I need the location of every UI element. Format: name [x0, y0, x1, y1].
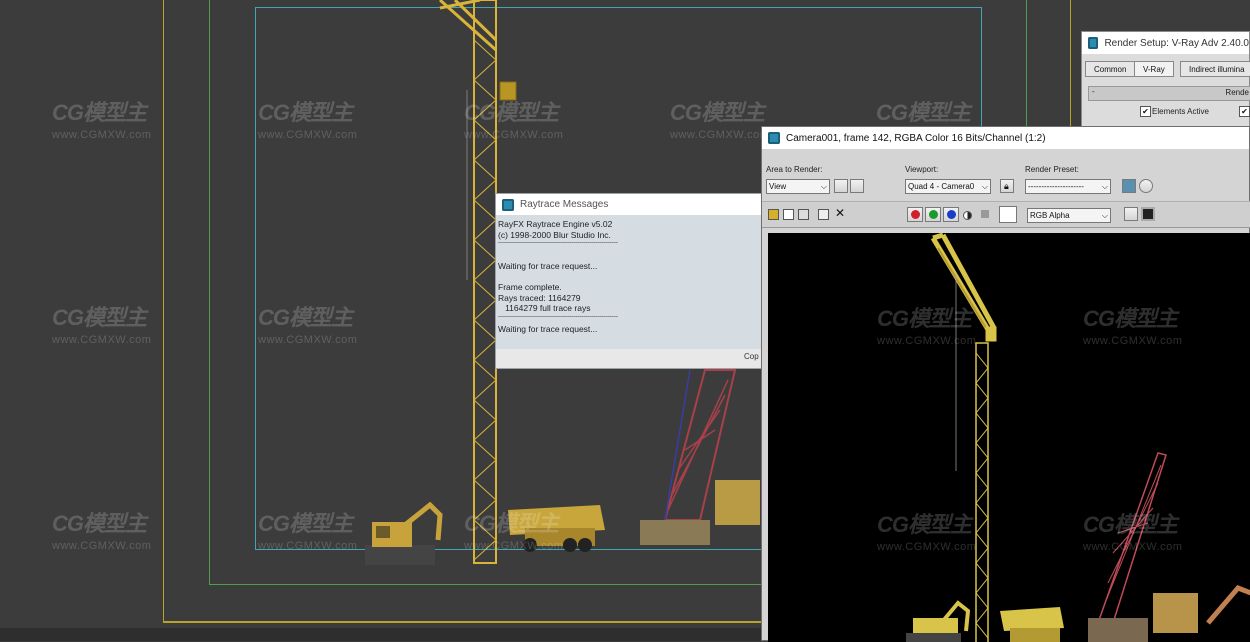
render-preset-dropdown[interactable]: --------------------- ⌵: [1025, 179, 1111, 194]
watermark: CG模型主www.CGMXW.com: [258, 100, 358, 141]
viewport-label: Viewport:: [905, 165, 939, 174]
display-channel-value: RGB Alpha: [1030, 211, 1070, 220]
print-icon[interactable]: [818, 209, 829, 220]
blue-channel-toggle[interactable]: [943, 207, 959, 222]
green-channel-toggle[interactable]: [925, 207, 941, 222]
watermark: CG模型主www.CGMXW.com: [52, 305, 152, 346]
blue-dot-icon: [947, 210, 956, 219]
display-channel-dropdown[interactable]: RGB Alpha ⌵: [1027, 208, 1111, 223]
log-line: 1164279 full trace rays: [498, 303, 591, 313]
rollout-collapse-icon: -: [1092, 87, 1095, 96]
raytrace-log[interactable]: RayFX Raytrace Engine v5.02 (c) 1998-200…: [498, 219, 760, 347]
edit-region-button[interactable]: [834, 179, 848, 193]
second-checkbox[interactable]: ✔: [1239, 106, 1250, 117]
render-setup-title: Render Setup: V-Ray Adv 2.40.0: [1104, 37, 1249, 49]
watermark: CG模型主www.CGMXW.com: [877, 512, 977, 553]
auto-region-button[interactable]: [850, 179, 864, 193]
lock-viewport-button[interactable]: 🔒︎: [1000, 179, 1014, 193]
render-tower-crane: [930, 233, 997, 642]
toggle-ui-overlay-button[interactable]: [1124, 207, 1138, 221]
area-to-render-dropdown[interactable]: View ⌵: [766, 179, 830, 194]
tab-vray[interactable]: V-Ray: [1134, 61, 1174, 77]
raytrace-titlebar[interactable]: Raytrace Messages: [496, 194, 766, 215]
log-line: RayFX Raytrace Engine v5.02: [498, 219, 613, 229]
chevron-down-icon: ⌵: [820, 182, 827, 191]
log-line: ----------------------------------------…: [498, 240, 618, 246]
lock-icon: 🔒︎: [1004, 181, 1009, 191]
chevron-down-icon: ⌵: [1101, 211, 1108, 220]
watermark: CG模型主www.CGMXW.com: [464, 511, 564, 552]
watermark: CG模型主www.CGMXW.com: [258, 305, 358, 346]
clear-icon[interactable]: ✕: [835, 206, 845, 220]
green-dot-icon: [929, 210, 938, 219]
raytrace-title: Raytrace Messages: [520, 199, 609, 210]
elements-active-checkbox[interactable]: ✔: [1140, 106, 1151, 117]
log-line: Waiting for trace request...: [498, 324, 598, 334]
watermark: CG模型主www.CGMXW.com: [877, 306, 977, 347]
excavator: [365, 501, 443, 565]
rollout-title: Rende: [1225, 88, 1249, 97]
tab-indirect-illumination[interactable]: Indirect illumina: [1180, 61, 1250, 77]
render-preset-label: Render Preset:: [1025, 165, 1079, 174]
elements-active-label: Elements Active: [1152, 107, 1209, 116]
watermark: CG模型主www.CGMXW.com: [52, 100, 152, 141]
log-line: Rays traced: 1164279: [498, 292, 581, 303]
watermark: CG模型主www.CGMXW.com: [464, 100, 564, 141]
log-line: Waiting for trace request...: [498, 261, 598, 271]
environment-button[interactable]: [1139, 179, 1153, 193]
rendered-image[interactable]: CG模型主 www.CGMXW.com CG模型主 www.CGMXW.com CG…: [768, 233, 1250, 642]
3dsmax-app-icon: [502, 198, 514, 211]
render-preset-value: ---------------------: [1028, 182, 1084, 191]
frame-window-title: Camera001, frame 142, RGBA Color 16 Bits…: [786, 132, 1046, 144]
watermark: CG模型主www.CGMXW.com: [1083, 512, 1183, 553]
chevron-down-icon: ⌵: [1101, 182, 1108, 191]
watermark: CG模型主www.CGMXW.com: [52, 511, 152, 552]
3dsmax-app-icon: [768, 132, 780, 144]
render-setup-window[interactable]: Render Setup: V-Ray Adv 2.40.0 Common V-…: [1081, 31, 1250, 131]
monochrome-icon[interactable]: [981, 210, 989, 218]
watermark: CG模型主www.CGMXW.com: [1083, 306, 1183, 347]
watermark: CG模型主www.CGMXW.com: [670, 100, 770, 141]
frame-window-titlebar[interactable]: Camera001, frame 142, RGBA Color 16 Bits…: [762, 127, 1249, 149]
raytrace-messages-window[interactable]: Raytrace Messages RayFX Raytrace Engine …: [495, 193, 767, 369]
rollout-header[interactable]: - Rende: [1088, 86, 1250, 101]
red-dot-icon: [911, 210, 920, 219]
area-to-render-value: View: [769, 182, 787, 191]
chevron-down-icon: ⌵: [981, 182, 988, 191]
render-dump-truck: [1000, 607, 1064, 642]
alpha-channel-icon[interactable]: [963, 211, 972, 220]
log-line: (c) 1998-2000 Blur Studio Inc.: [498, 229, 611, 240]
render-setup-button[interactable]: [1122, 179, 1136, 193]
3dsmax-app-icon: [1088, 37, 1099, 49]
rendered-scene: [906, 233, 1250, 642]
toggle-ui-button[interactable]: [1141, 207, 1155, 221]
render-excavator: [906, 600, 971, 642]
log-line: ----------------------------------------…: [498, 313, 618, 320]
render-setup-titlebar[interactable]: Render Setup: V-Ray Adv 2.40.0: [1082, 32, 1249, 54]
viewport-dropdown[interactable]: Quad 4 - Camera0 ⌵: [905, 179, 991, 194]
save-image-icon[interactable]: [768, 209, 779, 220]
copy-image-icon[interactable]: [783, 209, 794, 220]
red-channel-toggle[interactable]: [907, 207, 923, 222]
log-line: Frame complete.: [498, 282, 562, 292]
area-to-render-label: Area to Render:: [766, 165, 823, 174]
color-swatch[interactable]: [999, 206, 1017, 223]
rendered-frame-window[interactable]: Camera001, frame 142, RGBA Color 16 Bits…: [761, 126, 1250, 642]
viewport-value: Quad 4 - Camera0: [908, 182, 975, 191]
watermark: CG模型主www.CGMXW.com: [258, 511, 358, 552]
tab-common[interactable]: Common: [1085, 61, 1136, 77]
raytrace-footer: [496, 349, 766, 368]
clone-window-icon[interactable]: [798, 209, 809, 220]
crawler-crane: [640, 369, 760, 545]
